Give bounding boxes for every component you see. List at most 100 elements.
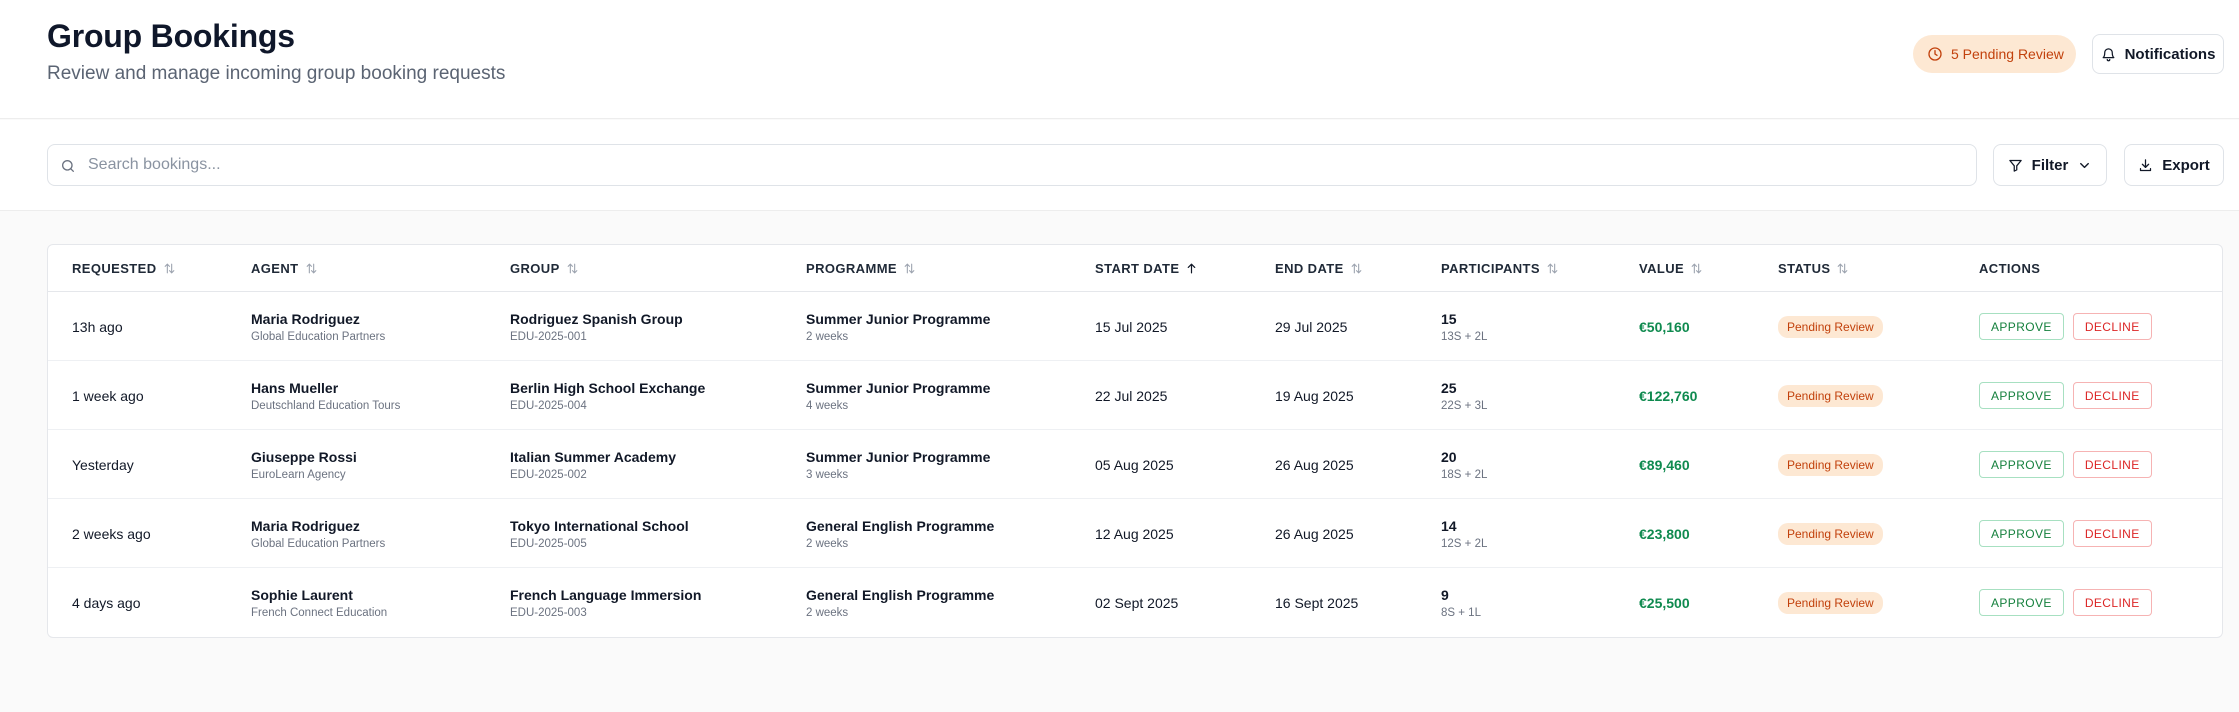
sort-icon <box>567 263 578 274</box>
table-row[interactable]: Yesterday Giuseppe Rossi EuroLearn Agency… <box>48 430 2222 499</box>
status-badge: Pending Review <box>1778 453 1883 476</box>
toolbar: Filter Export <box>0 120 2239 211</box>
agency-name: French Connect Education <box>251 606 388 619</box>
column-label: VALUE <box>1639 261 1685 276</box>
sort-icon <box>164 263 174 274</box>
column-header-value[interactable]: VALUE <box>1639 245 1703 292</box>
column-header-status[interactable]: STATUS <box>1778 245 1849 292</box>
programme-duration: 3 weeks <box>806 468 849 481</box>
decline-button[interactable]: DECLINE <box>2072 520 2152 547</box>
booking-code: EDU-2025-002 <box>510 468 587 481</box>
column-header-end-date[interactable]: END DATE <box>1275 245 1363 292</box>
requested-time: 1 week ago <box>72 387 144 404</box>
start-date: 22 Jul 2025 <box>1095 387 1168 404</box>
programme-name: Summer Junior Programme <box>806 310 991 327</box>
programme-name: Summer Junior Programme <box>806 379 991 396</box>
end-date: 26 Aug 2025 <box>1275 525 1354 542</box>
page-header: Group Bookings Review and manage incomin… <box>0 0 2239 119</box>
programme-duration: 2 weeks <box>806 606 849 619</box>
search-icon <box>61 160 74 172</box>
column-label: GROUP <box>510 261 560 276</box>
agency-name: Global Education Partners <box>251 330 386 343</box>
filter-label: Filter <box>2031 156 2069 174</box>
export-label: Export <box>2162 156 2210 174</box>
approve-button[interactable]: APPROVE <box>1979 313 2064 340</box>
programme-duration: 2 weeks <box>806 330 849 343</box>
agency-name: Global Education Partners <box>251 537 386 550</box>
booking-value: €122,760 <box>1639 387 1698 404</box>
filter-button[interactable]: Filter <box>1993 144 2107 186</box>
decline-button[interactable]: DECLINE <box>2072 313 2152 340</box>
group-name: Berlin High School Exchange <box>510 379 706 396</box>
participant-count: 25 <box>1441 379 1457 396</box>
booking-code: EDU-2025-005 <box>510 537 587 550</box>
column-header-agent[interactable]: AGENT <box>251 245 318 292</box>
sort-icon <box>306 263 316 274</box>
participant-count: 15 <box>1441 310 1457 327</box>
booking-value: €25,500 <box>1639 594 1690 611</box>
booking-value: €89,460 <box>1639 456 1690 473</box>
participant-count: 9 <box>1441 586 1449 603</box>
table-row[interactable]: 2 weeks ago Maria Rodriguez Global Educat… <box>48 499 2222 568</box>
table-row[interactable]: 13h ago Maria Rodriguez Global Education … <box>48 292 2222 361</box>
booking-code: EDU-2025-001 <box>510 330 587 343</box>
start-date: 12 Aug 2025 <box>1095 525 1174 542</box>
programme-name: General English Programme <box>806 586 995 603</box>
pending-review-badge[interactable]: 5 Pending Review <box>1913 35 2076 73</box>
decline-button[interactable]: DECLINE <box>2072 589 2152 616</box>
column-label: ACTIONS <box>1979 261 2041 276</box>
column-header-programme[interactable]: PROGRAMME <box>806 245 916 292</box>
notifications-label: Notifications <box>2124 45 2216 63</box>
approve-button[interactable]: APPROVE <box>1979 520 2064 547</box>
page-title: Group Bookings <box>47 18 295 54</box>
agent-name: Maria Rodriguez <box>251 310 360 327</box>
table-row[interactable]: 1 week ago Hans Mueller Deutschland Educa… <box>48 361 2222 430</box>
decline-button[interactable]: DECLINE <box>2072 382 2152 409</box>
end-date: 29 Jul 2025 <box>1275 318 1348 335</box>
participant-breakdown: 13S + 2L <box>1441 330 1488 343</box>
approve-button[interactable]: APPROVE <box>1979 451 2064 478</box>
participant-breakdown: 12S + 2L <box>1441 537 1488 550</box>
column-label: REQUESTED <box>72 261 157 276</box>
pending-review-label: 5 Pending Review <box>1951 46 2064 62</box>
status-badge: Pending Review <box>1778 522 1883 545</box>
download-icon <box>2140 158 2152 171</box>
table-row[interactable]: 4 days ago Sophie Laurent French Connect … <box>48 568 2222 637</box>
end-date: 19 Aug 2025 <box>1275 387 1354 404</box>
approve-button[interactable]: APPROVE <box>1979 382 2064 409</box>
programme-name: General English Programme <box>806 517 995 534</box>
approve-button[interactable]: APPROVE <box>1979 589 2064 616</box>
chevron-down-icon <box>2080 162 2090 168</box>
booking-value: €23,800 <box>1639 525 1690 542</box>
column-header-requested[interactable]: REQUESTED <box>72 245 176 292</box>
status-badge: Pending Review <box>1778 315 1883 338</box>
sort-icon <box>1351 263 1362 274</box>
participant-breakdown: 22S + 3L <box>1441 399 1488 412</box>
start-date: 05 Aug 2025 <box>1095 456 1174 473</box>
end-date: 16 Sept 2025 <box>1275 594 1359 611</box>
search-input[interactable] <box>88 145 1968 185</box>
filter-icon <box>2008 159 2022 172</box>
programme-name: Summer Junior Programme <box>806 448 991 465</box>
decline-button[interactable]: DECLINE <box>2072 451 2152 478</box>
programme-duration: 4 weeks <box>806 399 849 412</box>
notifications-button[interactable]: Notifications <box>2092 34 2224 74</box>
agent-name: Hans Mueller <box>251 379 339 396</box>
sort-icon <box>1691 263 1702 274</box>
export-button[interactable]: Export <box>2124 144 2224 186</box>
participant-breakdown: 8S + 1L <box>1441 606 1481 619</box>
start-date: 02 Sept 2025 <box>1095 594 1179 611</box>
column-label: PARTICIPANTS <box>1441 261 1540 276</box>
booking-value: €50,160 <box>1639 318 1690 335</box>
sort-icon <box>1547 263 1558 274</box>
column-header-start-date[interactable]: START DATE <box>1095 245 1198 292</box>
column-header-participants[interactable]: PARTICIPANTS <box>1441 245 1559 292</box>
column-header-group[interactable]: GROUP <box>510 245 579 292</box>
agency-name: EuroLearn Agency <box>251 468 346 481</box>
sort-ascending-icon <box>1188 263 1196 274</box>
agent-name: Giuseppe Rossi <box>251 448 357 465</box>
requested-time: 4 days ago <box>72 594 141 611</box>
bookings-table: REQUESTED AGENT GROUP PROGRAMME START DA… <box>47 244 2223 638</box>
bell-icon <box>2102 47 2115 61</box>
booking-code: EDU-2025-003 <box>510 606 587 619</box>
